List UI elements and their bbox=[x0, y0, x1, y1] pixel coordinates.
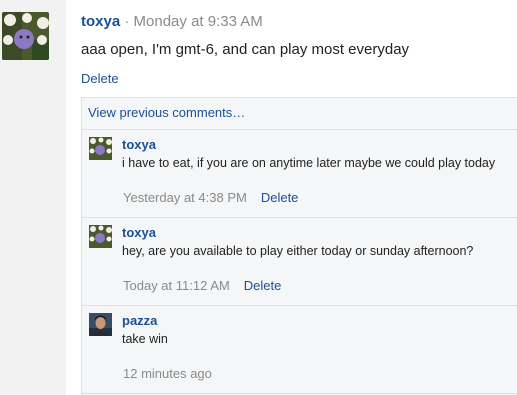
post-author[interactable]: toxya bbox=[81, 13, 120, 30]
comment-timestamp[interactable]: Yesterday at 4:38 PM bbox=[123, 190, 247, 205]
comment: pazza take win 12 minutes ago bbox=[82, 306, 517, 393]
comment-author[interactable]: pazza bbox=[122, 313, 157, 328]
comment-avatar[interactable] bbox=[89, 225, 112, 248]
comment-author[interactable]: toxya bbox=[122, 137, 156, 152]
comment-meta: Today at 11:12 AM Delete bbox=[123, 278, 281, 293]
comment-delete-link[interactable]: Delete bbox=[244, 278, 282, 293]
comments-section: View previous comments… toxya i have to … bbox=[81, 97, 517, 395]
comment-text: hey, are you available to play either to… bbox=[122, 244, 474, 258]
comment-meta: Yesterday at 4:38 PM Delete bbox=[123, 190, 298, 205]
comment-timestamp[interactable]: 12 minutes ago bbox=[123, 366, 212, 381]
comment-author[interactable]: toxya bbox=[122, 225, 156, 240]
post: toxya · Monday at 9:33 AM aaa open, I'm … bbox=[0, 0, 517, 395]
avatar[interactable] bbox=[2, 12, 49, 60]
comment-text: i have to eat, if you are on anytime lat… bbox=[122, 156, 496, 170]
comment: toxya i have to eat, if you are on anyti… bbox=[82, 130, 517, 217]
post-text: aaa open, I'm gmt-6, and can play most e… bbox=[81, 41, 410, 58]
avatar-image bbox=[89, 225, 112, 248]
view-previous-comments-link[interactable]: View previous comments… bbox=[88, 105, 245, 120]
separator: · bbox=[120, 13, 134, 30]
comment: toxya hey, are you available to play eit… bbox=[82, 218, 517, 305]
comment-avatar[interactable] bbox=[89, 313, 112, 336]
avatar-image bbox=[89, 137, 112, 160]
comment-avatar[interactable] bbox=[89, 137, 112, 160]
comment-meta: 12 minutes ago bbox=[123, 366, 212, 381]
comment-timestamp[interactable]: Today at 11:12 AM bbox=[123, 278, 230, 293]
post-timestamp[interactable]: Monday at 9:33 AM bbox=[134, 13, 263, 30]
avatar-image bbox=[89, 313, 112, 336]
comment-text: take win bbox=[122, 332, 168, 346]
comment-delete-link[interactable]: Delete bbox=[261, 190, 299, 205]
post-delete-link[interactable]: Delete bbox=[81, 71, 119, 86]
post-header: toxya · Monday at 9:33 AM bbox=[81, 13, 263, 30]
avatar-image bbox=[2, 12, 49, 60]
divider bbox=[82, 393, 517, 394]
